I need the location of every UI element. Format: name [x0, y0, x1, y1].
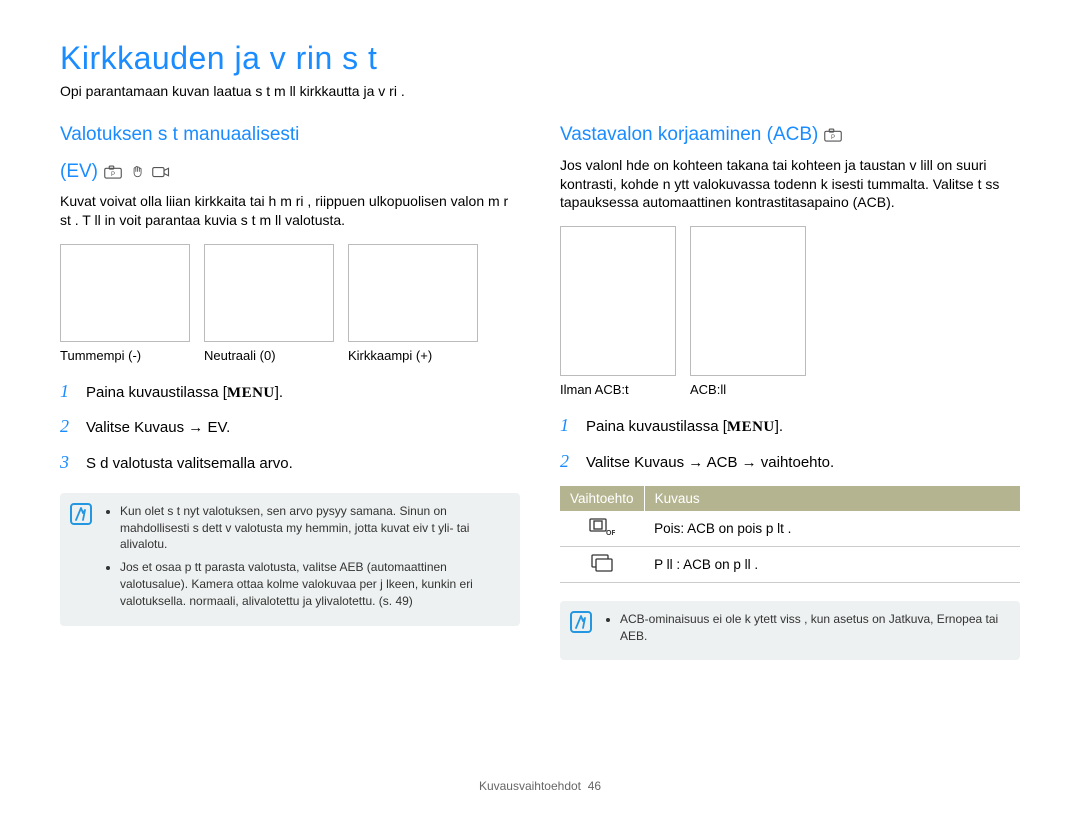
acb-on-desc: P ll : ACB on p ll .	[644, 546, 1020, 582]
page-title: Kirkkauden ja v rin s t	[60, 40, 1020, 77]
note-icon	[70, 503, 92, 525]
right-step1-a: Paina kuvaustilassa [	[586, 418, 727, 435]
left-desc: Kuvat voivat olla liian kirkkaita tai h …	[60, 192, 520, 230]
left-step2: Valitse Kuvaus → EV.	[86, 417, 230, 438]
page-intro: Opi parantamaan kuvan laatua s t m ll ki…	[60, 83, 1020, 99]
svg-text:OFF: OFF	[606, 530, 615, 536]
left-note-box: Kun olet s t nyt valotuksen, sen arvo py…	[60, 493, 520, 626]
left-title-line1: Valotuksen s t manuaalisesti	[60, 123, 299, 148]
thumb-no-acb	[560, 226, 676, 376]
right-column: Vastavalon korjaaminen (ACB) P Jos valon…	[560, 123, 1020, 660]
hand-icon	[128, 165, 146, 179]
footer-page-number: 46	[588, 779, 601, 793]
note-icon	[570, 611, 592, 633]
right-step1-b: ].	[775, 418, 783, 435]
acb-off-desc: Pois: ACB on pois p lt .	[644, 511, 1020, 547]
svg-text:P: P	[111, 172, 115, 178]
acb-off-icon: OFF	[589, 518, 615, 539]
thumb-neutral-caption: Neutraali (0)	[204, 348, 334, 363]
footer-section: Kuvausvaihtoehdot	[479, 779, 581, 793]
right-note-box: ACB-ominaisuus ei ole k ytett viss , kun…	[560, 601, 1020, 661]
video-icon	[152, 165, 170, 179]
left-step1-b: ].	[275, 384, 283, 401]
left-step1-a: Paina kuvaustilassa [	[86, 384, 227, 401]
thumb-neutral	[204, 244, 334, 342]
right-section-title: Vastavalon korjaaminen (ACB) P	[560, 123, 1020, 148]
left-step3: S d valotusta valitsemalla arvo.	[86, 453, 293, 474]
th-option: Vaihtoehto	[560, 486, 644, 511]
left-column: Valotuksen s t manuaalisesti (EV) P Kuva…	[60, 123, 520, 660]
th-desc: Kuvaus	[644, 486, 1020, 511]
right-desc: Jos valonl hde on kohteen takana tai koh…	[560, 156, 1020, 213]
menu-label: MENU	[727, 419, 775, 435]
right-step2: Valitse Kuvaus → ACB → vaihtoehto.	[586, 452, 834, 473]
thumb-brighter	[348, 244, 478, 342]
page-footer: Kuvausvaihtoehdot 46	[0, 779, 1080, 793]
thumb-darker	[60, 244, 190, 342]
acb-on-icon	[591, 554, 613, 575]
acb-options-table: Vaihtoehto Kuvaus OFF Pois: ACB on pois …	[560, 486, 1020, 583]
step-number: 3	[60, 450, 74, 475]
left-title-line2: (EV)	[60, 160, 98, 185]
left-section-title: Valotuksen s t manuaalisesti (EV) P	[60, 123, 520, 184]
left-thumbnails: Tummempi (-) Neutraali (0) Kirkkaampi (+…	[60, 244, 520, 363]
step-number: 1	[560, 413, 574, 438]
right-thumbnails: Ilman ACB:t ACB:ll	[560, 226, 1020, 397]
right-note-1: ACB-ominaisuus ei ole k ytett viss , kun…	[620, 611, 1008, 645]
thumb-darker-caption: Tummempi (-)	[60, 348, 190, 363]
camera-p-icon: P	[104, 165, 122, 179]
step-number: 1	[60, 379, 74, 404]
step-number: 2	[60, 414, 74, 439]
menu-label: MENU	[227, 385, 275, 401]
left-note-2: Jos et osaa p tt parasta valotusta, vali…	[120, 559, 508, 609]
camera-p-icon: P	[824, 128, 842, 142]
thumb-acb	[690, 226, 806, 376]
table-row: P ll : ACB on p ll .	[560, 546, 1020, 582]
left-note-1: Kun olet s t nyt valotuksen, sen arvo py…	[120, 503, 508, 553]
step-number: 2	[560, 449, 574, 474]
thumb-brighter-caption: Kirkkaampi (+)	[348, 348, 478, 363]
svg-text:P: P	[831, 135, 835, 141]
thumb-no-acb-caption: Ilman ACB:t	[560, 382, 676, 397]
right-title: Vastavalon korjaaminen (ACB)	[560, 123, 818, 148]
right-steps: 1 Paina kuvaustilassa [MENU]. 2 Valitse …	[560, 413, 1020, 473]
table-row: OFF Pois: ACB on pois p lt .	[560, 511, 1020, 547]
thumb-acb-caption: ACB:ll	[690, 382, 806, 397]
left-steps: 1 Paina kuvaustilassa [MENU]. 2 Valitse …	[60, 379, 520, 475]
